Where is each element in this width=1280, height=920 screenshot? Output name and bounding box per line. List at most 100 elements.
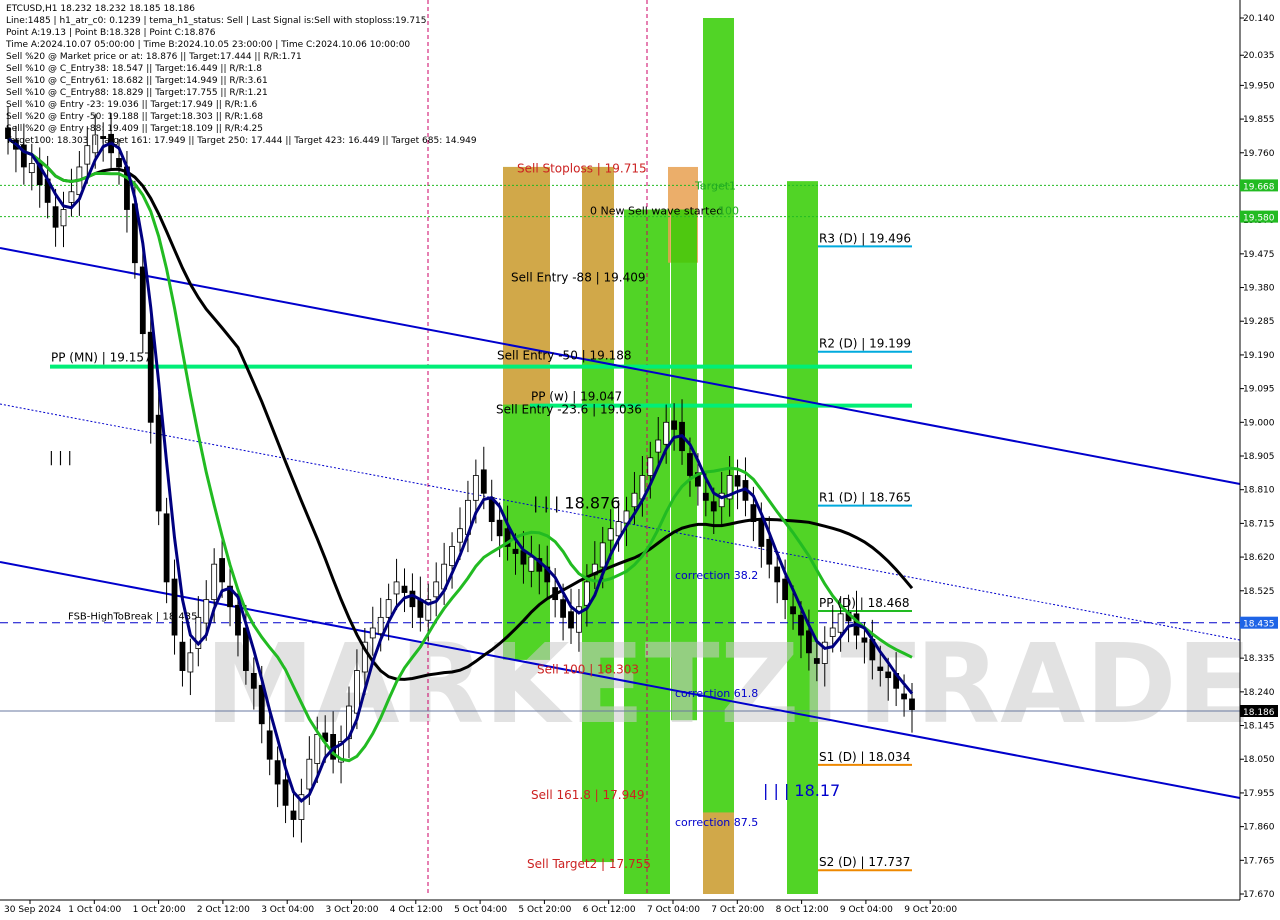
candle-body xyxy=(84,145,91,165)
stoploss-label: Sell Stoploss | 19.715 xyxy=(517,162,647,176)
candle-body xyxy=(203,599,210,624)
candle-body xyxy=(496,519,503,537)
stoploss-zone xyxy=(503,166,550,405)
info-line: Sell %10 @ C_Entry38: 18.547 || Target:1… xyxy=(6,64,262,74)
info-line: Sell %20 @ Market price or at: 18.876 ||… xyxy=(6,52,302,62)
sell-161-label: Sell 161.8 | 17.949 xyxy=(531,788,645,802)
price-tick-label: 20.140 xyxy=(1243,14,1275,24)
candle-body xyxy=(28,163,35,174)
info-line: Sell %10 @ C_Entry61: 18.682 || Target:1… xyxy=(6,76,268,86)
candle-body xyxy=(449,546,455,566)
candle-body xyxy=(829,627,836,637)
price-tick-label: 19.855 xyxy=(1243,115,1275,125)
pivot-monthly-label: PP (MN) | 19.157 xyxy=(51,351,152,365)
candle-body xyxy=(139,266,146,335)
info-line: Point A:19.13 | Point B:18.328 | Point C… xyxy=(6,28,216,38)
price-tag-label: 18.186 xyxy=(1243,708,1275,718)
price-tick-label: 19.380 xyxy=(1243,284,1275,294)
price-tick-label: 17.670 xyxy=(1243,890,1275,900)
candle-body xyxy=(599,542,606,568)
time-tick-label: 2 Oct 12:00 xyxy=(197,905,250,915)
candle-body xyxy=(179,641,186,671)
time-tick-label: 1 Oct 20:00 xyxy=(133,905,186,915)
candle-body xyxy=(52,206,59,228)
candle-body xyxy=(116,158,122,168)
price-tick-label: 19.190 xyxy=(1243,351,1275,361)
info-line: Line:1485 | h1_atr_c0: 0.1239 | tema_h1_… xyxy=(6,16,427,26)
candle-body xyxy=(583,581,590,606)
candle-body xyxy=(187,652,194,673)
candle-body xyxy=(457,528,463,543)
pivot-weekly-label: PP (w) | 19.047 xyxy=(531,390,622,404)
candle-body xyxy=(512,548,519,554)
price-tick-label: 18.715 xyxy=(1243,519,1275,529)
info-line: Target100: 18.303 || Target 161: 17.949 … xyxy=(6,136,477,146)
candle-body xyxy=(250,673,257,689)
price-tick-label: 19.095 xyxy=(1243,385,1275,395)
time-tick-label: 1 Oct 04:00 xyxy=(68,905,121,915)
price-tick-label: 19.950 xyxy=(1243,81,1275,91)
candle-body xyxy=(393,581,400,595)
correction-38-label: correction 38.2 xyxy=(675,569,758,582)
price-tick-label: 18.905 xyxy=(1243,452,1275,462)
point-c-label: | | | 18.876 xyxy=(533,493,620,512)
price-tag-label: 18.435 xyxy=(1243,620,1275,630)
candle-body xyxy=(560,599,566,618)
candle-body xyxy=(806,630,812,654)
daily-level-label: PP (D) | 18.468 xyxy=(819,596,910,610)
candle-body xyxy=(171,578,178,636)
candle-body xyxy=(607,528,614,541)
daily-level-label: R3 (D) | 19.496 xyxy=(819,231,911,245)
time-tick-label: 9 Oct 04:00 xyxy=(840,905,893,915)
info-line: Sell %10 @ C_Entry88: 18.829 || Target:1… xyxy=(6,88,268,98)
wave-100-label: 100 xyxy=(718,205,739,218)
price-tag-label: 19.668 xyxy=(1243,182,1275,192)
candle-body xyxy=(568,611,574,629)
price-tick-label: 19.000 xyxy=(1243,418,1275,428)
candle-body xyxy=(663,421,670,445)
point-b-label: | | | 18.17 xyxy=(763,781,840,800)
candle-body xyxy=(766,538,773,565)
price-tick-label: 17.765 xyxy=(1243,856,1275,866)
daily-level-label: S1 (D) | 18.034 xyxy=(819,750,910,764)
info-line: Sell %10 @ Entry -23: 19.036 || Target:1… xyxy=(6,100,258,110)
candle-body xyxy=(861,637,868,643)
candle-body xyxy=(655,439,662,453)
correction-61-label: correction 61.8 xyxy=(675,687,758,700)
candle-body xyxy=(235,604,241,636)
candle-body xyxy=(909,698,915,710)
info-line: Sell %20 @ Entry -88: 19.409 || Target:1… xyxy=(6,124,264,134)
price-tick-label: 19.760 xyxy=(1243,149,1275,159)
watermark-text: MARKETZITRADE xyxy=(205,620,1252,748)
candle-body xyxy=(647,457,654,476)
time-tick-label: 30 Sep 2024 xyxy=(4,905,61,915)
time-tick-label: 9 Oct 20:00 xyxy=(904,905,957,915)
time-tick-label: 8 Oct 12:00 xyxy=(776,905,829,915)
fsb-label: FSB-HighToBreak | 18.435 xyxy=(68,612,197,623)
candle-body xyxy=(433,581,440,598)
info-line: ETCUSD,H1 18.232 18.232 18.185 18.186 xyxy=(6,4,195,14)
time-tick-label: 7 Oct 20:00 xyxy=(711,905,764,915)
entry-50-label: Sell Entry -50 | 19.188 xyxy=(497,349,631,363)
time-tick-label: 3 Oct 20:00 xyxy=(326,905,379,915)
candle-body xyxy=(774,566,781,583)
daily-level-label: S2 (D) | 17.737 xyxy=(819,855,910,869)
candle-body xyxy=(631,492,638,508)
time-tick-label: 6 Oct 12:00 xyxy=(583,905,636,915)
candle-body xyxy=(528,556,535,572)
candle-body xyxy=(147,331,154,423)
price-tick-label: 18.145 xyxy=(1243,722,1275,732)
candle-body xyxy=(354,670,360,714)
candle-body xyxy=(68,191,75,203)
info-line: Sell %20 @ Entry -50: 19.188 || Target:1… xyxy=(6,112,264,122)
sell-100-label: Sell 100 | 18.303 xyxy=(537,663,639,677)
time-tick-label: 7 Oct 04:00 xyxy=(647,905,700,915)
time-tick-label: 4 Oct 12:00 xyxy=(390,905,443,915)
candle-body xyxy=(480,469,487,494)
time-tick-label: 3 Oct 04:00 xyxy=(261,905,314,915)
candle-body xyxy=(163,513,170,583)
daily-level-label: R2 (D) | 19.199 xyxy=(819,337,911,351)
target1-label: Target1 xyxy=(694,179,736,192)
watermark: MARKETZITRADE xyxy=(205,620,1252,748)
candle-body xyxy=(687,453,693,476)
